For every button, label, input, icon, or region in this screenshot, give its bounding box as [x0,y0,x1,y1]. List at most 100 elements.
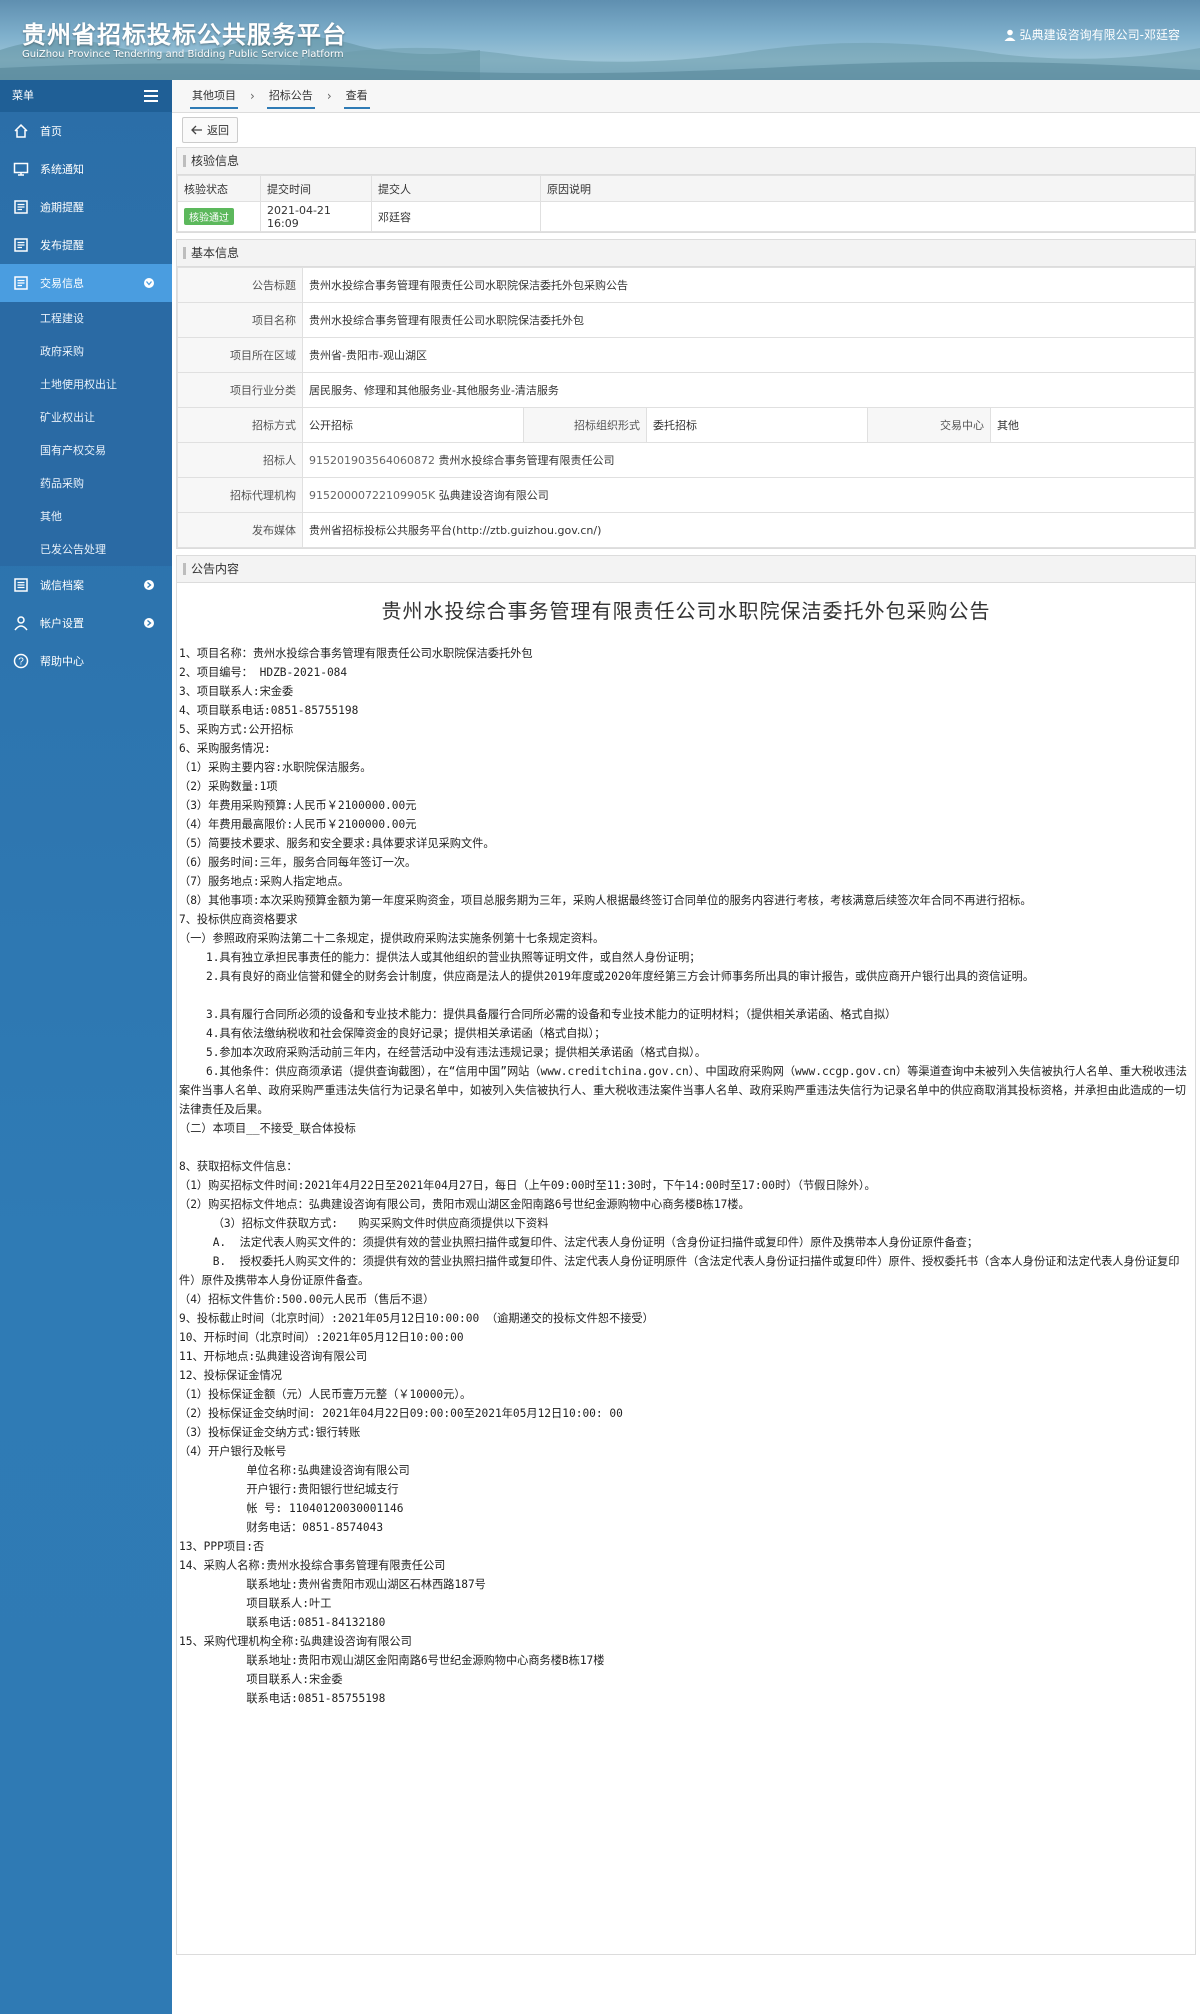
trade-info-submenu: 工程建设 政府采购 土地使用权出让 矿业权出让 国有产权交易 药品采购 其他 已… [0,302,172,566]
document-line: （1）投标保证金额（元）人民币壹万元整（￥10000元）。 [179,1388,472,1401]
back-button-label: 返回 [207,124,229,137]
document-line: 3、项目联系人:宋金委 [179,685,294,698]
document-line: 1、项目名称：贵州水投综合事务管理有限责任公司水职院保洁委托外包 [179,647,533,660]
breadcrumb-other-projects[interactable]: 其他项目 [190,83,238,109]
document-line: 1.具有独立承担民事责任的能力：提供法人或其他组织的营业执照等证明文件，或自然人… [179,951,701,964]
nav-account-settings[interactable]: 帐户设置 [0,604,172,642]
subnav-land-transfer[interactable]: 土地使用权出让 [0,368,172,401]
document-line: 15、采购代理机构全称:弘典建设咨询有限公司 [179,1635,412,1648]
notice-title-value: 贵州水投综合事务管理有限责任公司水职院保洁委托外包采购公告 [302,267,1195,303]
document-line: 联系电话:0851-85755198 [179,1692,386,1705]
document-line: 3.具有履行合同所必须的设备和专业技术能力：提供具备履行合同所必需的设备和专业技… [179,1008,897,1021]
document-line: （1）购买招标文件时间:2021年4月22日至2021年04月27日，每日（上午… [179,1179,876,1192]
document-line: 9、投标截止时间（北京时间）:2021年05月12日10:00:00 （逾期递交… [179,1312,654,1325]
nav-help-center[interactable]: ? 帮助中心 [0,642,172,680]
nav-notifications[interactable]: 系统通知 [0,150,172,188]
document-line: 7、投标供应商资格要求 [179,913,298,926]
site-title: 贵州省招标投标公共服务平台 [22,21,347,49]
project-name-value: 贵州水投综合事务管理有限责任公司水职院保洁委托外包 [302,302,1195,338]
field-label: 招标组织形式 [523,407,647,443]
basic-info-title: 基本信息 [177,240,1195,267]
verify-panel: 核验信息 核验状态 提交时间 提交人 原因说明 核验通过 2021-04-21 … [176,147,1196,233]
trade-center-value: 其他 [990,407,1195,443]
document-line: 联系地址:贵州省贵阳市观山湖区石林西路187号 [179,1578,486,1591]
document-line: （3）投标保证金交纳方式:银行转账 [179,1426,361,1439]
subnav-drug-procurement[interactable]: 药品采购 [0,467,172,500]
document-icon [12,236,30,254]
notice-content-panel: 公告内容 贵州水投综合事务管理有限责任公司水职院保洁委托外包采购公告 1、项目名… [176,555,1196,1955]
submit-time: 2021-04-21 16:09 [260,201,372,232]
document-line: 帐 号: 11040120030001146 [179,1502,404,1515]
nav-credit-archive[interactable]: 诚信档案 [0,566,172,604]
menu-toggle-icon[interactable] [144,90,158,102]
notice-content-title: 公告内容 [177,556,1195,583]
field-label: 招标人 [177,442,303,478]
submitter: 邓廷容 [371,201,541,232]
verify-table: 核验状态 提交时间 提交人 原因说明 核验通过 2021-04-21 16:09… [177,175,1195,232]
breadcrumb-view[interactable]: 查看 [343,83,370,109]
page-header: 贵州省招标投标公共服务平台 GuiZhou Province Tendering… [0,0,1200,80]
chevron-right-icon: › [326,89,332,103]
document-line: 8、获取招标文件信息： [179,1160,298,1173]
monitor-icon [12,160,30,178]
user-menu[interactable]: 弘典建设咨询有限公司-邓廷容 [1004,26,1180,43]
field-label: 项目行业分类 [177,372,303,408]
document-line: 12、投标保证金情况 [179,1369,282,1382]
chevron-right-icon [144,580,154,590]
document-line: （6）服务时间:三年，服务合同每年签订一次。 [179,856,417,869]
sidebar: 菜单 首页 系统通知 逾期提醒 发布提醒 交易信息 工程建设 政府采购 土地使用… [0,80,172,2014]
status-badge: 核验通过 [184,208,234,225]
document-line: 5.参加本次政府采购活动前三年内，在经营活动中没有违法违规记录；提供相关承诺函（… [179,1046,707,1059]
document-line: （2）购买招标文件地点：弘典建设咨询有限公司，贵阳市观山湖区金阳南路6号世纪金源… [179,1198,750,1211]
nav-home[interactable]: 首页 [0,112,172,150]
agency-name: 弘典建设咨询有限公司 [438,489,549,502]
breadcrumb-tender-notice[interactable]: 招标公告 [266,83,315,109]
document-line: 财务电话：0851-8574043 [179,1521,384,1534]
document-line: （3）招标文件获取方式: 购买采购文件时供应商须提供以下资料 [179,1217,549,1230]
nav-trade-info[interactable]: 交易信息 [0,264,172,302]
basic-info-table: 公告标题 贵州水投综合事务管理有限责任公司水职院保洁委托外包采购公告 项目名称 贵州… [177,267,1195,548]
chevron-right-icon [144,618,154,628]
document-line: 14、采购人名称:贵州水投综合事务管理有限责任公司 [179,1559,446,1572]
tenderer-code: 915201903564060872 [309,454,435,467]
table-row: 公告标题 贵州水投综合事务管理有限责任公司水职院保洁委托外包采购公告 [177,267,1195,303]
field-label: 公告标题 [177,267,303,303]
document-line: 4.具有依法缴纳税收和社会保障资金的良好记录；提供相关承诺函（格式自拟）； [179,1027,606,1040]
document-line: 5、采购方式:公开招标 [179,723,294,736]
back-button[interactable]: 返回 [182,117,238,143]
nav-home-label: 首页 [40,125,62,138]
subnav-engineering[interactable]: 工程建设 [0,302,172,335]
field-label: 项目所在区域 [177,337,303,373]
subnav-state-property[interactable]: 国有产权交易 [0,434,172,467]
subnav-mining-rights[interactable]: 矿业权出让 [0,401,172,434]
document-line: （8）其他事项:本次采购预算金额为第一年度采购资金，项目总服务期为三年，采购人根… [179,894,1032,907]
document-line: （二）本项目__不接受_联合体投标 [179,1122,356,1135]
document-line: 4、项目联系电话:0851-85755198 [179,704,359,717]
publish-media-value: 贵州省招标投标公共服务平台(http://ztb.guizhou.gov.cn/… [302,512,1195,548]
document-line: 2、项目编号： HDZB-2021-084 [179,666,348,679]
document-line: 10、开标时间（北京时间）:2021年05月12日10:00:00 [179,1331,464,1344]
nav-overdue[interactable]: 逾期提醒 [0,188,172,226]
nav-publish[interactable]: 发布提醒 [0,226,172,264]
col-submitter: 提交人 [371,175,541,202]
document-icon [12,198,30,216]
document-line: 项目联系人:宋金委 [179,1673,343,1686]
table-row: 项目名称 贵州水投综合事务管理有限责任公司水职院保洁委托外包 [177,302,1195,338]
svg-text:?: ? [18,657,24,668]
subnav-published-notices[interactable]: 已发公告处理 [0,533,172,566]
nav-publish-label: 发布提醒 [40,239,84,252]
document-line: （5）简要技术要求、服务和安全要求:具体要求详见采购文件。 [179,837,495,850]
document-line: 项目联系人:叶工 [179,1597,332,1610]
chevron-down-icon [144,278,154,288]
help-icon: ? [12,652,30,670]
nav-overdue-label: 逾期提醒 [40,201,84,214]
tender-method-value: 公开招标 [302,407,524,443]
nav-trade-info-label: 交易信息 [40,277,84,290]
document-line: 2.具有良好的商业信誉和健全的财务会计制度，供应商是法人的提供2019年度或20… [179,970,1035,983]
subnav-gov-procurement[interactable]: 政府采购 [0,335,172,368]
subnav-other[interactable]: 其他 [0,500,172,533]
list-icon [12,576,30,594]
main-content: 其他项目 › 招标公告 › 查看 返回 核验信息 核验状态 提交时间 提交人 原… [172,80,1200,2014]
